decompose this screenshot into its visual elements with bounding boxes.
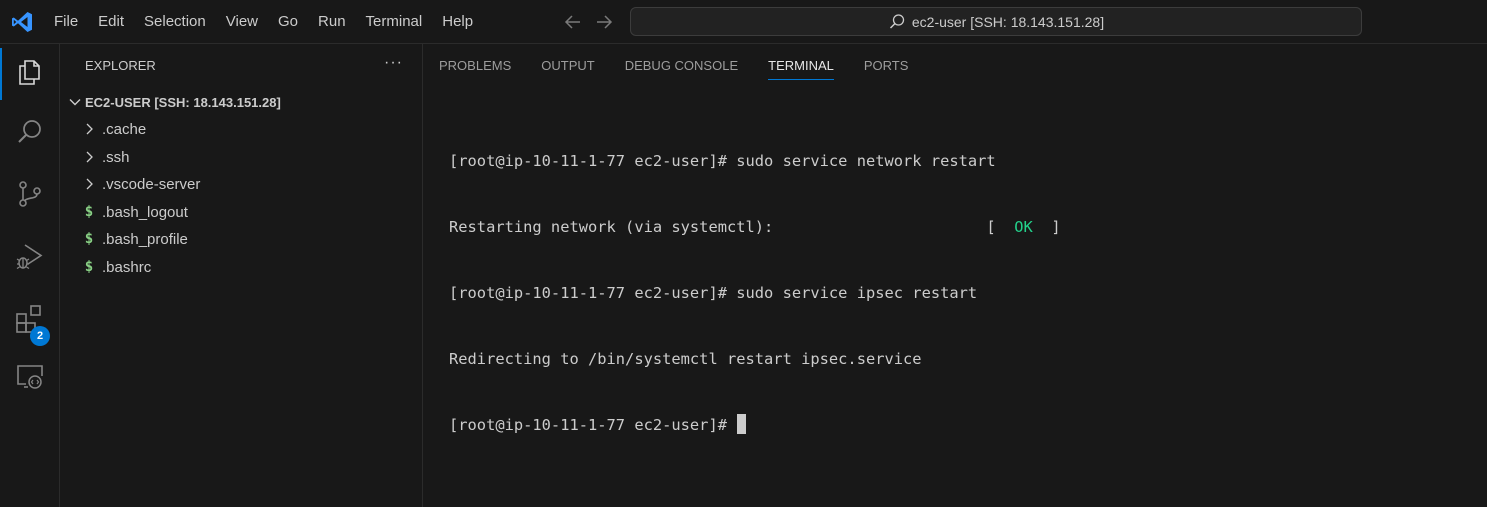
activity-run-debug[interactable]: [0, 228, 60, 284]
tree-item-label: .cache: [102, 120, 147, 138]
chevron-right-icon: [86, 178, 93, 190]
activity-source-control[interactable]: [0, 166, 60, 222]
activity-remote-explorer[interactable]: [0, 348, 60, 404]
tree-item-label: .ssh: [102, 148, 130, 166]
chevron-right-icon: [86, 151, 93, 163]
panel-tabs: PROBLEMS OUTPUT DEBUG CONSOLE TERMINAL P…: [424, 44, 923, 88]
tree-item-label: .vscode-server: [102, 175, 201, 193]
source-control-icon: [19, 181, 41, 207]
menu-help[interactable]: Help: [432, 8, 483, 36]
shell-dollar-icon: $: [84, 259, 94, 275]
shell-dollar-icon: $: [84, 204, 94, 220]
bottom-panel: PROBLEMS OUTPUT DEBUG CONSOLE TERMINAL P…: [424, 44, 1487, 507]
tab-terminal[interactable]: TERMINAL: [753, 44, 849, 88]
menu-go[interactable]: Go: [268, 8, 308, 36]
terminal-line: Restarting network (via systemctl): [ OK…: [449, 216, 1061, 238]
menu-bar: File Edit Selection View Go Run Terminal…: [44, 0, 483, 44]
terminal-output[interactable]: [root@ip-10-11-1-77 ec2-user]# sudo serv…: [449, 106, 1061, 480]
terminal-line: [root@ip-10-11-1-77 ec2-user]# sudo serv…: [449, 152, 996, 170]
terminal-prompt: [root@ip-10-11-1-77 ec2-user]#: [449, 416, 737, 434]
root-folder[interactable]: EC2-USER [SSH: 18.143.151.28]: [61, 91, 423, 113]
forward-arrow-icon[interactable]: [593, 11, 615, 33]
menu-view[interactable]: View: [216, 8, 268, 36]
more-actions-icon[interactable]: ···: [384, 54, 403, 72]
activity-search[interactable]: [0, 104, 60, 160]
terminal-text: Restarting network (via systemctl): [: [449, 218, 1015, 236]
terminal-cursor: [737, 414, 747, 434]
title-bar: File Edit Selection View Go Run Terminal…: [0, 0, 1487, 44]
tree-item-vscode-server[interactable]: .vscode-server: [61, 171, 423, 197]
tree-item-label: .bash_logout: [102, 203, 188, 221]
terminal-line: [root@ip-10-11-1-77 ec2-user]# sudo serv…: [449, 284, 978, 302]
tab-debug-console[interactable]: DEBUG CONSOLE: [610, 44, 753, 88]
tab-problems[interactable]: PROBLEMS: [424, 44, 526, 88]
tab-output[interactable]: OUTPUT: [526, 44, 609, 88]
tree-item-bashrc[interactable]: $ .bashrc: [61, 254, 423, 280]
explorer-icon: [19, 60, 40, 85]
tree-item-cache[interactable]: .cache: [61, 116, 423, 142]
chevron-right-icon: [86, 123, 93, 135]
menu-file[interactable]: File: [44, 8, 88, 36]
terminal-line: [root@ip-10-11-1-77 ec2-user]#: [449, 414, 1061, 436]
tree-item-bash-logout[interactable]: $ .bash_logout: [61, 199, 423, 225]
status-ok: OK: [1014, 218, 1033, 236]
search-icon: [889, 13, 905, 29]
terminal-line: Redirecting to /bin/systemctl restart ip…: [449, 350, 922, 368]
command-center-label: ec2-user [SSH: 18.143.151.28]: [911, 13, 1105, 30]
vscode-logo-icon[interactable]: [10, 10, 34, 34]
run-debug-icon: [16, 244, 43, 270]
tree-item-bash-profile[interactable]: $ .bash_profile: [61, 226, 423, 252]
remote-explorer-icon: [17, 365, 43, 389]
menu-terminal[interactable]: Terminal: [356, 8, 433, 36]
chevron-down-icon: [69, 99, 81, 106]
search-icon: [18, 120, 41, 143]
menu-edit[interactable]: Edit: [88, 8, 134, 36]
sidebar-title: EXPLORER: [85, 58, 156, 73]
extensions-badge: 2: [30, 326, 50, 346]
tree-item-label: .bashrc: [102, 258, 152, 276]
tab-ports[interactable]: PORTS: [849, 44, 924, 88]
menu-run[interactable]: Run: [308, 8, 356, 36]
activity-explorer[interactable]: [0, 44, 60, 100]
terminal-text: ]: [1032, 218, 1061, 236]
command-center[interactable]: ec2-user [SSH: 18.143.151.28]: [630, 7, 1362, 36]
activity-extensions[interactable]: 2: [0, 290, 60, 346]
tree-item-label: .bash_profile: [102, 230, 188, 248]
back-arrow-icon[interactable]: [562, 11, 584, 33]
activity-bar: 2: [0, 44, 60, 507]
explorer-sidebar: EXPLORER ··· EC2-USER [SSH: 18.143.151.2…: [61, 44, 423, 507]
menu-selection[interactable]: Selection: [134, 8, 216, 36]
shell-dollar-icon: $: [84, 231, 94, 247]
root-folder-label: EC2-USER [SSH: 18.143.151.28]: [85, 94, 281, 110]
tree-item-ssh[interactable]: .ssh: [61, 144, 423, 170]
